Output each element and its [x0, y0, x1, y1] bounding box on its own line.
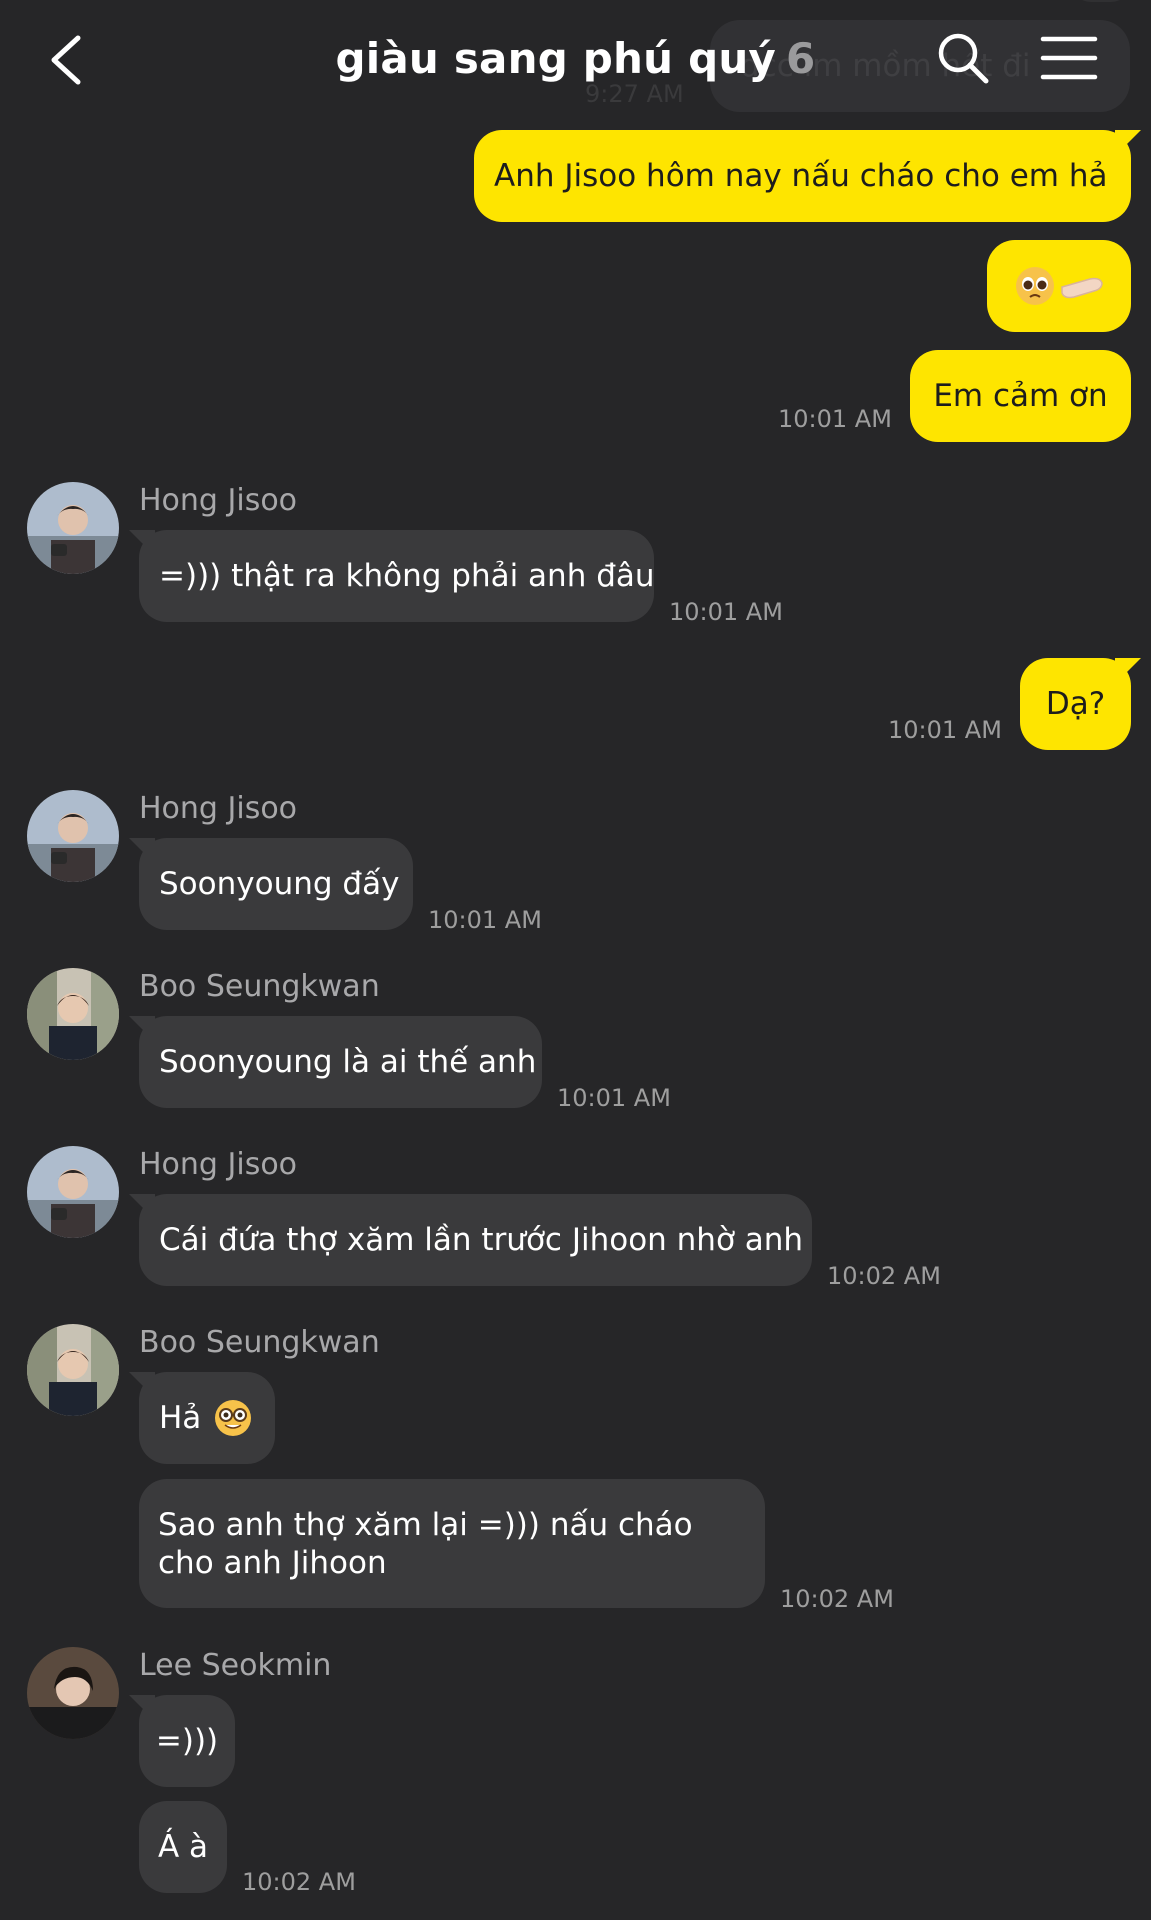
message-text: Á à: [157, 1829, 209, 1865]
search-icon: [938, 33, 989, 84]
avatar-image: [27, 482, 119, 574]
avatar-lee-seokmin[interactable]: [27, 1647, 119, 1739]
avatar-hong-jisoo[interactable]: [27, 790, 119, 882]
message-time: 10:01 AM: [557, 1084, 671, 1112]
avatar-hong-jisoo[interactable]: [27, 1146, 119, 1238]
sender-name: Boo Seungkwan: [139, 1325, 380, 1360]
message-time: 10:02 AM: [827, 1262, 941, 1290]
message-bubble[interactable]: Hả: [139, 1372, 275, 1464]
avatar-image: [27, 790, 119, 882]
message-bubble[interactable]: Sao anh thợ xăm lại =))) nấu cháo cho an…: [139, 1479, 765, 1608]
message-bubble[interactable]: =))): [139, 1695, 235, 1787]
message-bubble[interactable]: =))) thật ra không phải anh đâu: [139, 530, 655, 622]
sender-name: Lee Seokmin: [139, 1648, 332, 1683]
message-text: Dạ?: [1045, 686, 1106, 722]
pleading-face-icon: [1016, 267, 1054, 305]
message-time: 10:01 AM: [428, 906, 542, 934]
menu-button[interactable]: [1040, 34, 1098, 82]
my-message-bubble[interactable]: Em cảm ơn: [910, 350, 1131, 442]
avatar-boo-seungkwan[interactable]: [27, 1324, 119, 1416]
member-count: 6: [786, 34, 816, 83]
avatar-image: [27, 1146, 119, 1238]
avatar-image: [27, 968, 119, 1060]
chat-name: giàu sang phú quý: [335, 34, 777, 83]
avatar-boo-seungkwan[interactable]: [27, 968, 119, 1060]
message-time: 10:02 AM: [780, 1585, 894, 1613]
message-text: Em cảm ơn: [933, 378, 1108, 414]
sender-name: Boo Seungkwan: [139, 969, 380, 1004]
message-text: Soonyoung là ai thế anh: [159, 1044, 537, 1080]
message-bubble[interactable]: Soonyoung là ai thế anh: [139, 1016, 542, 1108]
my-message-bubble[interactable]: Anh Jisoo hôm nay nấu cháo cho em hả: [474, 130, 1131, 222]
message-time: 10:01 AM: [778, 405, 892, 433]
message-text: Hả: [159, 1400, 202, 1436]
message-text: Soonyoung đấy: [159, 866, 400, 902]
message-bubble[interactable]: Soonyoung đấy: [139, 838, 413, 930]
message-emoji: [1014, 265, 1104, 307]
message-bubble[interactable]: Cái đứa thợ xăm lần trước Jihoon nhờ anh: [139, 1194, 812, 1286]
message-time: 10:02 AM: [242, 1868, 356, 1896]
message-text: =))) thật ra không phải anh đâu: [159, 558, 655, 594]
message-text: Anh Jisoo hôm nay nấu cháo cho em hả: [494, 158, 1108, 194]
sender-name: Hong Jisoo: [139, 791, 298, 826]
message-time: 10:01 AM: [888, 716, 1002, 744]
avatar-image: [27, 1324, 119, 1416]
hand-icon: [1061, 277, 1103, 299]
search-button[interactable]: [935, 30, 991, 86]
message-text: =))): [155, 1723, 219, 1759]
sender-name: Hong Jisoo: [139, 483, 298, 518]
nerd-face-icon: [215, 1400, 252, 1436]
menu-icon: [1040, 36, 1098, 80]
message-time: 10:01 AM: [669, 598, 783, 626]
message-text: Cái đứa thợ xăm lần trước Jihoon nhờ anh: [159, 1222, 804, 1258]
my-message-bubble[interactable]: [987, 240, 1131, 332]
chat-header: giàu sang phú quý 6: [0, 0, 1151, 120]
avatar-hong-jisoo[interactable]: [27, 482, 119, 574]
message-bubble[interactable]: Á à: [139, 1801, 227, 1893]
chat-area[interactable]: dcc im mồm hết đi 9:27 AM giàu sang phú …: [0, 0, 1151, 1920]
avatar-image: [27, 1647, 119, 1739]
sender-name: Hong Jisoo: [139, 1147, 298, 1182]
my-message-bubble[interactable]: Dạ?: [1020, 658, 1131, 750]
message-text: Sao anh thợ xăm lại =))) nấu cháo cho an…: [158, 1506, 693, 1581]
